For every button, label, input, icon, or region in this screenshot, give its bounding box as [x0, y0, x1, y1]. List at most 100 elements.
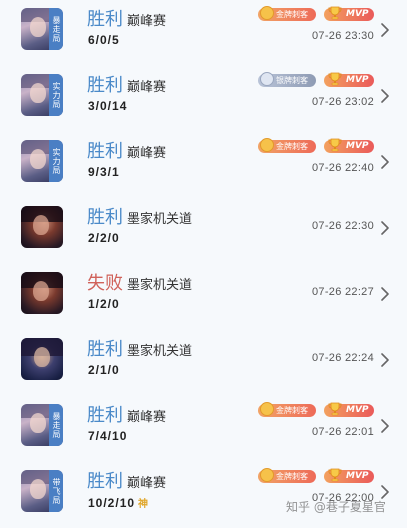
medal-badge: 金牌刺客	[258, 402, 316, 417]
kda-stats: 1/2/0	[88, 297, 120, 311]
match-result: 胜利	[87, 405, 123, 426]
game-mode: 墨家机关道	[127, 344, 193, 359]
kda-stats: 7/4/10	[88, 429, 127, 443]
kda-stats: 2/2/0	[88, 231, 120, 245]
mvp-badge: MVP	[324, 72, 374, 87]
mvp-badge: MVP	[324, 402, 374, 417]
mvp-label: MVP	[346, 9, 369, 19]
kda-text: 10/2/10	[88, 496, 136, 510]
medal-icon	[260, 138, 274, 152]
kda-text: 3/0/14	[88, 99, 128, 113]
avatar-face-shape	[33, 215, 49, 235]
avatar-face-shape	[30, 479, 46, 499]
match-result: 胜利	[87, 471, 123, 492]
match-row[interactable]: 失败 墨家机关道 1/2/0 07-26 22:27	[0, 264, 407, 330]
medal-icon	[260, 468, 274, 482]
match-time: 07-26 22:01	[312, 426, 375, 438]
kda-text: 1/2/0	[88, 297, 120, 311]
kda-text: 6/0/5	[88, 33, 120, 47]
match-time: 07-26 22:24	[312, 352, 375, 364]
medal-badge: 金牌刺客	[258, 6, 316, 21]
match-row[interactable]: 胜利 墨家机关道 2/2/0 07-26 22:30	[0, 198, 407, 264]
hero-avatar	[21, 206, 63, 248]
match-row[interactable]: 带飞局 胜利 巅峰赛 10/2/10 神金牌刺客 MVP 07-26 22:00	[0, 462, 407, 528]
match-tag-badge: 暴走局	[49, 8, 63, 50]
god-mark-badge: 神	[138, 499, 150, 510]
chevron-right-icon[interactable]	[380, 485, 390, 499]
avatar-face-shape	[30, 17, 46, 37]
medal-label: 金牌刺客	[276, 142, 308, 151]
mvp-badge: MVP	[324, 468, 374, 483]
kda-stats: 9/3/1	[88, 165, 120, 179]
trophy-icon	[328, 468, 342, 482]
kda-stats: 6/0/5	[88, 33, 120, 47]
hero-avatar	[21, 338, 63, 380]
medal-label: 金牌刺客	[276, 406, 308, 415]
match-row[interactable]: 实力局 胜利 巅峰赛 3/0/14 银牌刺客 MVP 07-26 23:02	[0, 66, 407, 132]
trophy-icon	[328, 72, 342, 86]
avatar-face-shape	[30, 413, 46, 433]
chevron-right-icon[interactable]	[380, 419, 390, 433]
kda-stats: 2/1/0	[88, 363, 120, 377]
kda-text: 7/4/10	[88, 429, 128, 443]
match-tag-badge: 带飞局	[49, 470, 63, 512]
match-time: 07-26 22:27	[312, 286, 375, 298]
chevron-right-icon[interactable]	[380, 353, 390, 367]
match-result: 胜利	[87, 9, 123, 30]
mvp-label: MVP	[346, 141, 369, 151]
medal-icon	[260, 72, 274, 86]
watermark: 知乎 @巷子夏星官	[286, 500, 386, 514]
mvp-badge: MVP	[324, 138, 374, 153]
medal-icon	[260, 6, 274, 20]
chevron-right-icon[interactable]	[380, 89, 390, 103]
kda-stats: 3/0/14	[88, 99, 127, 113]
match-result: 胜利	[87, 207, 123, 228]
medal-label: 金牌刺客	[276, 472, 308, 481]
match-result: 失败	[87, 273, 123, 294]
mvp-label: MVP	[346, 405, 369, 415]
match-result: 胜利	[87, 141, 123, 162]
game-mode: 巅峰赛	[127, 14, 167, 29]
hero-avatar	[21, 272, 63, 314]
trophy-icon	[328, 402, 342, 416]
chevron-right-icon[interactable]	[380, 155, 390, 169]
medal-badge: 银牌刺客	[258, 72, 316, 87]
chevron-right-icon[interactable]	[380, 221, 390, 235]
chevron-right-icon[interactable]	[380, 287, 390, 301]
avatar-face-shape	[30, 149, 46, 169]
match-time: 07-26 23:02	[312, 96, 375, 108]
kda-text: 2/1/0	[88, 363, 120, 377]
match-row[interactable]: 暴走局 胜利 巅峰赛 6/0/5 金牌刺客 MVP 07-26 23:30	[0, 0, 407, 66]
hero-avatar: 带飞局	[21, 470, 63, 512]
game-mode: 巅峰赛	[127, 146, 167, 161]
game-mode: 巅峰赛	[127, 410, 167, 425]
match-row[interactable]: 暴走局 胜利 巅峰赛 7/4/10 金牌刺客 MVP 07-26 22:01	[0, 396, 407, 462]
match-tag-badge: 实力局	[49, 140, 63, 182]
hero-avatar: 暴走局	[21, 8, 63, 50]
avatar-face-shape	[33, 281, 49, 301]
match-result: 胜利	[87, 339, 123, 360]
game-mode: 巅峰赛	[127, 80, 167, 95]
game-mode: 巅峰赛	[127, 476, 167, 491]
trophy-icon	[328, 138, 342, 152]
chevron-right-icon[interactable]	[380, 23, 390, 37]
kda-text: 2/2/0	[88, 231, 120, 245]
game-mode: 墨家机关道	[127, 212, 193, 227]
medal-badge: 金牌刺客	[258, 138, 316, 153]
avatar-face-shape	[34, 347, 50, 367]
kda-stats: 10/2/10 神	[88, 495, 149, 510]
avatar-face-shape	[30, 83, 46, 103]
medal-icon	[260, 402, 274, 416]
match-row[interactable]: 实力局 胜利 巅峰赛 9/3/1 金牌刺客 MVP 07-26 22:40	[0, 132, 407, 198]
match-time: 07-26 22:40	[312, 162, 375, 174]
medal-label: 金牌刺客	[276, 10, 308, 19]
match-history-list: 暴走局 胜利 巅峰赛 6/0/5 金牌刺客 MVP 07-26 23:30 实力局 胜利 巅峰赛 3…	[0, 0, 407, 526]
match-row[interactable]: 胜利 墨家机关道 2/1/0 07-26 22:24	[0, 330, 407, 396]
hero-avatar: 实力局	[21, 74, 63, 116]
medal-badge: 金牌刺客	[258, 468, 316, 483]
match-time: 07-26 23:30	[312, 30, 375, 42]
match-time: 07-26 22:30	[312, 220, 375, 232]
hero-avatar: 暴走局	[21, 404, 63, 446]
hero-avatar: 实力局	[21, 140, 63, 182]
mvp-label: MVP	[346, 75, 369, 85]
